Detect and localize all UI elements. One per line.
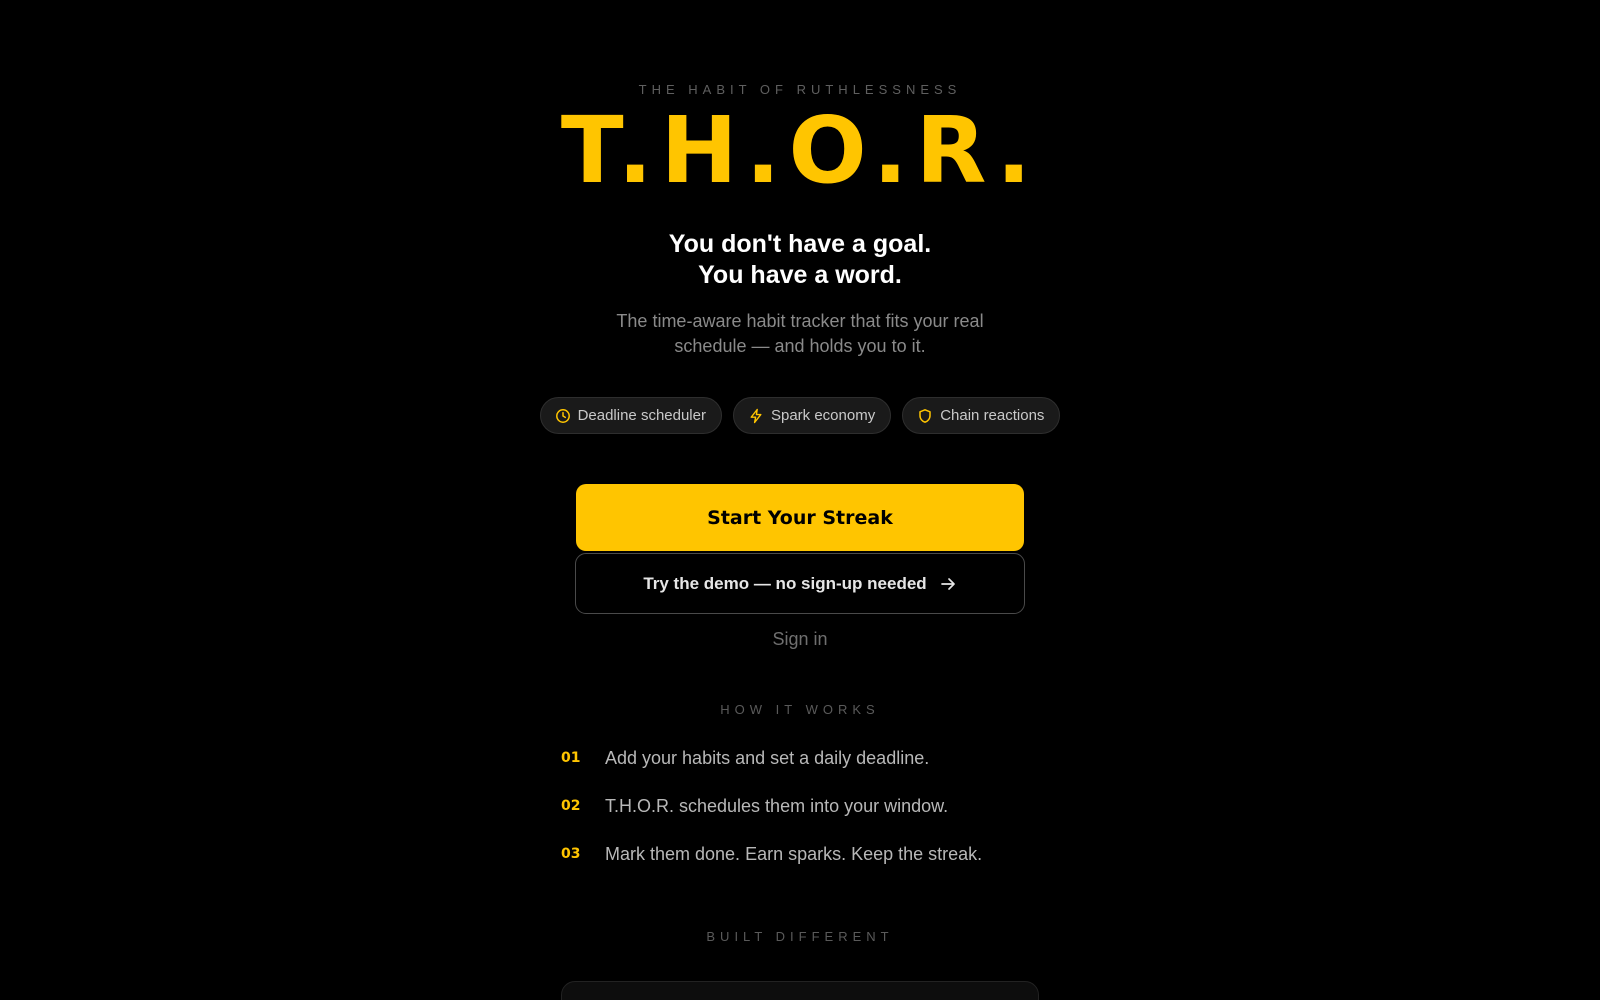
feature-pill-label: Deadline scheduler	[577, 407, 706, 424]
feature-pill-label: Spark economy	[770, 407, 876, 424]
hero-eyebrow: THE HABIT OF RUTHLESSNESS	[638, 82, 962, 97]
step-text: Mark them done. Earn sparks. Keep the st…	[605, 844, 983, 864]
feature-pills: Deadline scheduler Spark economy Chain r…	[539, 397, 1061, 434]
landing-page: THE HABIT OF RUTHLESSNESS T.H.O.R. You d…	[0, 0, 1600, 1000]
step-number: 03	[561, 846, 581, 862]
hero-subtext: The time-aware habit tracker that fits y…	[616, 311, 984, 356]
lightning-icon	[748, 408, 764, 424]
step-text: T.H.O.R. schedules them into your window…	[605, 796, 949, 816]
hero-headline: You don't have a goal. You have a word.	[669, 229, 931, 291]
try-demo-button[interactable]: Try the demo — no sign-up needed	[575, 553, 1025, 614]
headline-line-1: You don't have a goal.	[668, 230, 932, 258]
arrow-right-icon	[939, 575, 957, 593]
feature-pill-deadline-scheduler: Deadline scheduler	[539, 397, 722, 434]
start-streak-button[interactable]: Start Your Streak	[576, 484, 1024, 551]
feature-pill-chain-reactions: Chain reactions	[902, 397, 1061, 434]
step-item: 03 Mark them done. Earn sparks. Keep the…	[560, 843, 1040, 865]
step-number: 02	[561, 798, 581, 814]
built-different-heading: BUILT DIFFERENT	[706, 929, 894, 944]
step-text: Add your habits and set a daily deadline…	[605, 748, 930, 768]
feature-pill-spark-economy: Spark economy	[732, 397, 892, 434]
feature-pill-label: Chain reactions	[940, 407, 1045, 424]
try-demo-label: Try the demo — no sign-up needed	[643, 573, 927, 593]
shield-icon	[917, 408, 933, 424]
sign-in-link[interactable]: Sign in	[772, 629, 827, 650]
brand-logo: T.H.O.R.	[560, 97, 1040, 204]
headline-line-2: You have a word.	[698, 261, 902, 289]
built-different-card	[561, 981, 1039, 1000]
how-it-works-heading: HOW IT WORKS	[720, 702, 880, 717]
step-item: 01 Add your habits and set a daily deadl…	[560, 747, 1040, 769]
step-number: 01	[561, 750, 581, 766]
clock-icon	[555, 408, 571, 424]
step-item: 02 T.H.O.R. schedules them into your win…	[560, 795, 1040, 817]
steps-list: 01 Add your habits and set a daily deadl…	[560, 747, 1040, 865]
